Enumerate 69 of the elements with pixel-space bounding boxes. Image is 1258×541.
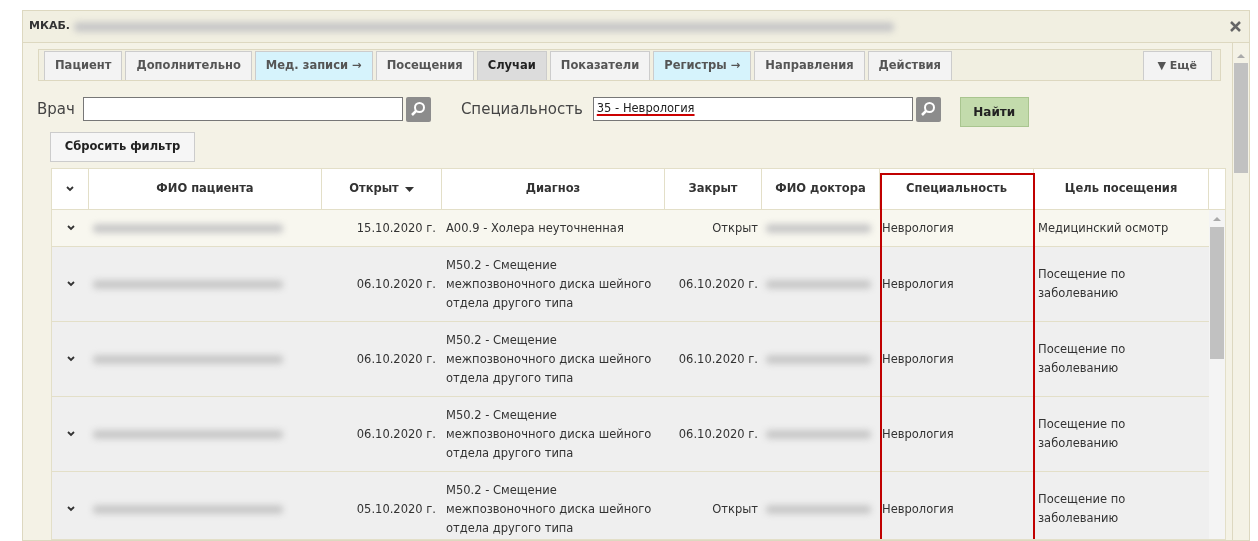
table-cell-text: Посещение по заболеванию	[1038, 341, 1127, 377]
expand-icon[interactable]	[66, 356, 75, 362]
table-cell-text: Неврология	[882, 275, 954, 293]
table-cell-text: 06.10.2020 г.	[356, 350, 436, 368]
expand-icon[interactable]	[66, 225, 75, 231]
table-row[interactable]: 15.10.2020 г. A00.9 - Холера неуточненная Открыт Неврология Медицинский осмотр	[52, 210, 1209, 247]
table-cell-text: 15.10.2020 г.	[356, 219, 436, 237]
table-cell-text: Неврология	[882, 425, 954, 443]
scrollbar[interactable]	[1232, 43, 1249, 540]
search-button[interactable]	[405, 96, 431, 122]
specialty-label: Специальность	[460, 98, 583, 120]
tab[interactable]: Посещения	[375, 51, 474, 80]
table-cell-text: 06.10.2020 г.	[678, 275, 758, 293]
window-title: МКАБ.	[29, 18, 70, 35]
tab[interactable]: Направления	[754, 51, 865, 80]
table-cell-text: 06.10.2020 г.	[678, 350, 758, 368]
tab[interactable]: Действия	[867, 51, 952, 80]
table-cell-text: 05.10.2020 г.	[356, 500, 436, 518]
tab[interactable]: Показатели	[549, 51, 651, 80]
table-cell-text: 06.10.2020 г.	[356, 275, 436, 293]
column-header[interactable]: Специальность	[906, 180, 1007, 198]
column-header[interactable]: Открыт	[349, 180, 399, 198]
table-cell-text: Неврология	[882, 219, 954, 237]
table-row[interactable]: 06.10.2020 г. M50.2 - Смещение межпозвоночного диска шейного отдела другого типа 06.10.2020 г. Неврология Посещение по заболеванию	[52, 247, 1209, 322]
expand-icon[interactable]	[66, 281, 75, 287]
more-button[interactable]: ▼ Ещё	[1142, 51, 1212, 80]
tab[interactable]: Регистры →	[653, 51, 752, 80]
table-cell-text: A00.9 - Холера неуточненная	[446, 219, 624, 237]
search-icon	[410, 101, 427, 117]
expand-icon[interactable]	[66, 506, 75, 512]
scroll-thumb[interactable]	[1234, 63, 1248, 173]
table-cell-text: Неврология	[882, 350, 954, 368]
close-icon	[1229, 21, 1241, 32]
table-cell-text: 06.10.2020 г.	[356, 425, 436, 443]
table-cell-text: Посещение по заболеванию	[1038, 266, 1127, 302]
find-button[interactable]: Найти	[959, 97, 1029, 127]
table-cell-text: M50.2 - Смещение межпозвоночного диска шейного отдела другого типа	[446, 481, 653, 537]
doctor-label: Врач	[37, 98, 75, 120]
tab[interactable]: Случаи	[476, 51, 547, 80]
tab[interactable]: Дополнительно	[125, 51, 252, 80]
table-cell-text: M50.2 - Смещение межпозвоночного диска шейного отдела другого типа	[446, 331, 653, 387]
table-cell-text: Открыт	[712, 500, 758, 518]
expand-icon[interactable]	[66, 431, 75, 437]
table-cell-text: M50.2 - Смещение межпозвоночного диска шейного отдела другого типа	[446, 256, 653, 312]
column-header[interactable]: Диагноз	[525, 180, 581, 198]
tab[interactable]: Пациент	[44, 51, 123, 80]
table-cell-text: 06.10.2020 г.	[678, 425, 758, 443]
column-header[interactable]: ФИО доктора	[775, 180, 866, 198]
table-cell-text: Открыт	[712, 219, 758, 237]
table-cell-text: Посещение по заболеванию	[1038, 491, 1127, 527]
column-header[interactable]: Цель посещения	[1064, 180, 1178, 198]
column-header[interactable]: Закрыт	[688, 180, 738, 198]
tab[interactable]: Мед. записи →	[254, 51, 373, 80]
scrollbar[interactable]	[1209, 210, 1225, 539]
reset-filter-button[interactable]: Сбросить фильтр	[50, 132, 195, 162]
scroll-thumb[interactable]	[1210, 227, 1224, 359]
expand-all-icon[interactable]	[66, 186, 74, 192]
table-cell-text: Неврология	[882, 500, 954, 518]
table-cell-text: M50.2 - Смещение межпозвоночного диска шейного отдела другого типа	[446, 406, 653, 462]
column-header[interactable]: ФИО пациента	[156, 180, 254, 198]
table-row[interactable]: 06.10.2020 г. M50.2 - Смещение межпозвоночного диска шейного отдела другого типа 06.10.2020 г. Неврология Посещение по заболеванию	[52, 397, 1209, 472]
search-button[interactable]	[915, 96, 941, 122]
table-row[interactable]: 06.10.2020 г. M50.2 - Смещение межпозвоночного диска шейного отдела другого типа 06.10.2020 г. Неврология Посещение по заболеванию	[52, 322, 1209, 397]
table-row[interactable]: 05.10.2020 г. M50.2 - Смещение межпозвоночного диска шейного отдела другого типа Открыт Неврология Посещение по заболеванию	[52, 472, 1209, 539]
table-cell-text: Посещение по заболеванию	[1038, 416, 1127, 452]
search-icon	[920, 101, 937, 117]
table-cell-text: Медицинский осмотр	[1038, 219, 1169, 237]
specialty-field[interactable]: 35 - Неврология	[592, 97, 913, 121]
doctor-field[interactable]	[82, 97, 403, 121]
